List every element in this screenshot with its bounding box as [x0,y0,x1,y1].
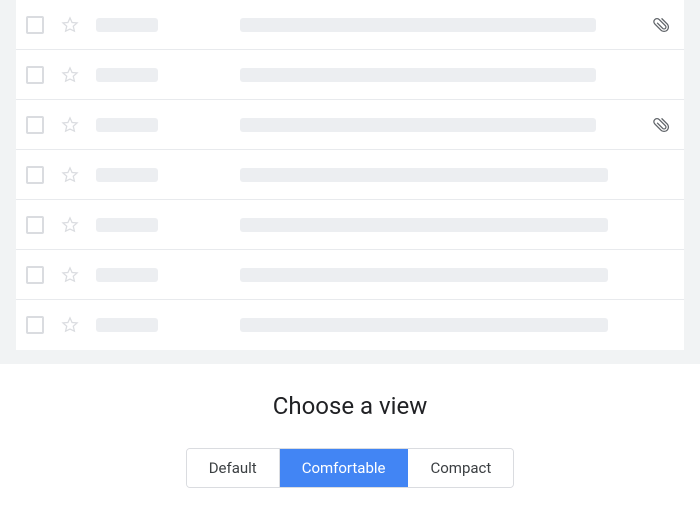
row-checkbox[interactable] [26,266,44,284]
sender-placeholder [96,68,158,82]
star-outline-icon[interactable] [60,115,80,135]
density-option-default[interactable]: Default [187,449,279,487]
row-checkbox[interactable] [26,66,44,84]
sender-placeholder [96,218,158,232]
density-preview-panel [0,0,700,364]
attachment-icon [652,15,672,35]
density-segmented-control: DefaultComfortableCompact [186,448,515,488]
row-checkbox[interactable] [26,316,44,334]
subject-placeholder [240,118,596,132]
message-row[interactable] [16,300,684,350]
star-outline-icon[interactable] [60,265,80,285]
message-row[interactable] [16,200,684,250]
choose-view-panel: Choose a view DefaultComfortableCompact [0,364,700,488]
message-row[interactable] [16,250,684,300]
row-checkbox[interactable] [26,16,44,34]
subject-placeholder [240,218,608,232]
sender-placeholder [96,18,158,32]
sender-placeholder [96,318,158,332]
choose-view-title: Choose a view [273,392,428,420]
message-list [16,0,684,350]
message-row[interactable] [16,100,684,150]
sender-placeholder [96,168,158,182]
subject-placeholder [240,268,608,282]
subject-placeholder [240,318,608,332]
star-outline-icon[interactable] [60,65,80,85]
star-outline-icon[interactable] [60,315,80,335]
star-outline-icon[interactable] [60,215,80,235]
attachment-icon [652,115,672,135]
message-row[interactable] [16,0,684,50]
message-row[interactable] [16,150,684,200]
subject-placeholder [240,68,596,82]
subject-placeholder [240,168,608,182]
density-option-comfortable[interactable]: Comfortable [279,449,408,487]
row-checkbox[interactable] [26,116,44,134]
message-row[interactable] [16,50,684,100]
subject-placeholder [240,18,596,32]
row-checkbox[interactable] [26,216,44,234]
density-option-compact[interactable]: Compact [407,449,513,487]
star-outline-icon[interactable] [60,165,80,185]
star-outline-icon[interactable] [60,15,80,35]
row-checkbox[interactable] [26,166,44,184]
sender-placeholder [96,118,158,132]
sender-placeholder [96,268,158,282]
